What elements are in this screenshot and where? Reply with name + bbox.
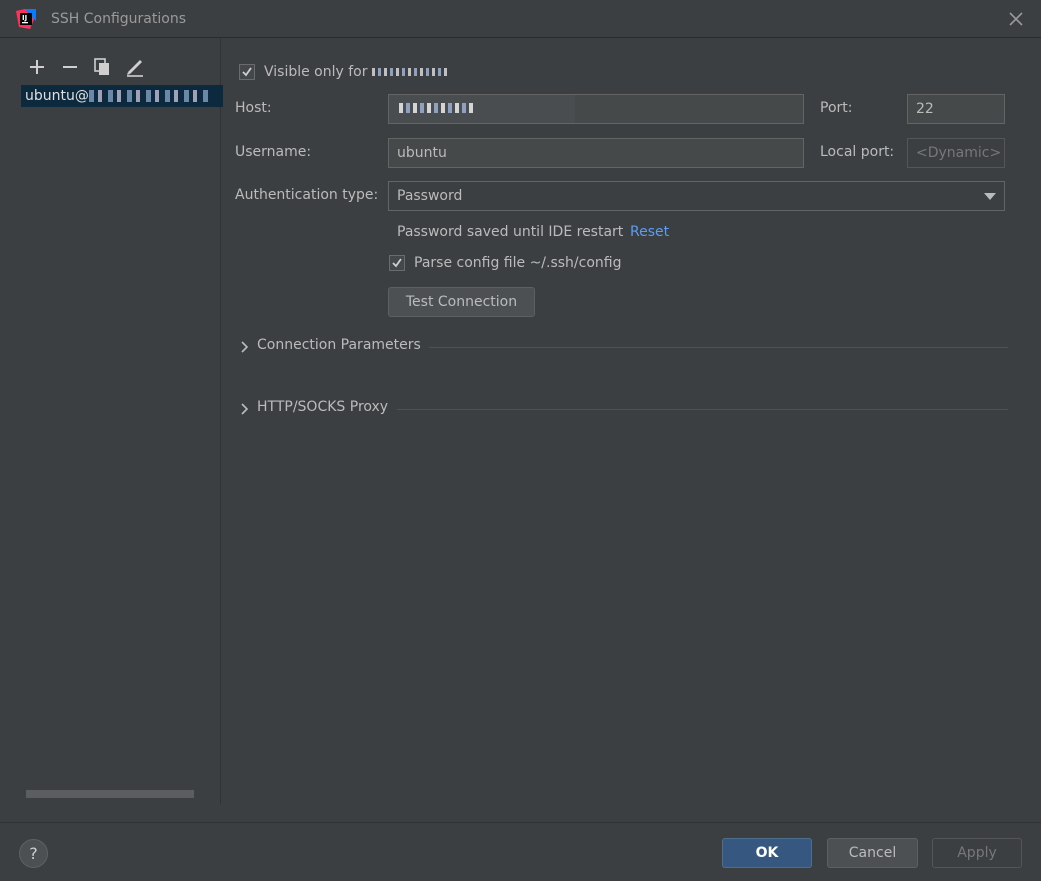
auth-type-label: Authentication type: [235, 187, 379, 203]
svg-text:IJ: IJ [22, 14, 27, 22]
visible-only-checkbox[interactable] [239, 64, 255, 80]
parse-config-label: Parse config file ~/.ssh/config [414, 255, 622, 271]
cancel-button[interactable]: Cancel [827, 838, 918, 868]
list-item-ssh-config[interactable]: ubuntu@ [21, 85, 223, 107]
section-divider [429, 347, 1008, 348]
username-label: Username: [235, 144, 312, 160]
chevron-right-icon [241, 403, 249, 415]
host-input[interactable] [388, 94, 804, 124]
apply-button[interactable]: Apply [932, 838, 1022, 868]
config-item-label: ubuntu@ [25, 88, 89, 104]
section-connection-parameters[interactable]: Connection Parameters [240, 336, 1008, 358]
add-icon[interactable] [26, 56, 48, 78]
port-input[interactable]: 22 [907, 94, 1005, 124]
section-divider [397, 409, 1008, 410]
parse-config-checkbox[interactable] [389, 255, 405, 271]
title-bar: IJ SSH Configurations [0, 0, 1041, 38]
intellij-logo-icon: IJ [16, 9, 36, 29]
password-note: Password saved until IDE restart [397, 224, 624, 240]
redacted-host-value [389, 95, 575, 123]
ok-button[interactable]: OK [722, 838, 812, 868]
visible-only-label: Visible only for [264, 64, 448, 80]
copy-icon[interactable] [91, 56, 113, 78]
section-label: HTTP/SOCKS Proxy [257, 399, 389, 415]
config-list-pane: ubuntu@ [0, 38, 223, 804]
horizontal-scrollbar[interactable] [26, 790, 194, 798]
edit-icon[interactable] [124, 56, 146, 78]
window-title: SSH Configurations [51, 11, 186, 27]
chevron-right-icon [241, 341, 249, 353]
host-label: Host: [235, 100, 272, 116]
close-icon[interactable] [1005, 8, 1027, 30]
port-label: Port: [820, 100, 853, 116]
help-button[interactable]: ? [19, 839, 48, 868]
section-label: Connection Parameters [257, 337, 421, 353]
redacted-host [88, 90, 209, 102]
username-input[interactable]: ubuntu [388, 138, 804, 168]
auth-type-value: Password [397, 188, 463, 204]
remove-icon[interactable] [59, 56, 81, 78]
auth-type-select[interactable]: Password [388, 181, 1005, 211]
reset-link[interactable]: Reset [630, 224, 669, 240]
local-port-input[interactable]: <Dynamic> [907, 138, 1005, 168]
section-http-socks-proxy[interactable]: HTTP/SOCKS Proxy [240, 398, 1008, 420]
test-connection-button[interactable]: Test Connection [388, 287, 535, 317]
chevron-down-icon [984, 193, 996, 200]
local-port-label: Local port: [820, 144, 895, 160]
